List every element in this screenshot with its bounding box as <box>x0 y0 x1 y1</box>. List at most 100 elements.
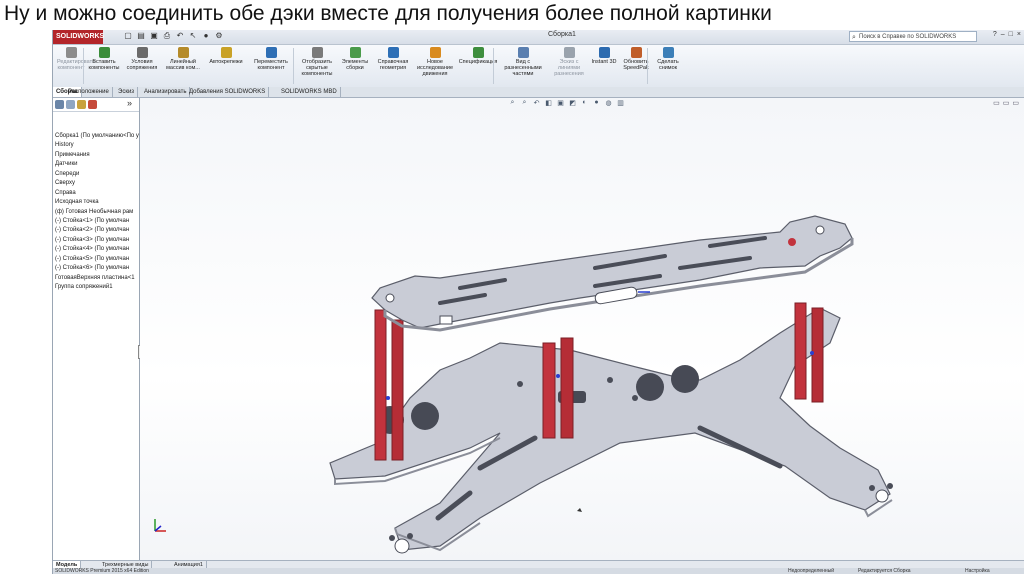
edit-component-button[interactable]: Редактировать компонент <box>57 47 95 71</box>
status-definition: Недоопределенный <box>788 568 835 574</box>
command-manager: Редактировать компонент Вставить компонен… <box>53 45 1024 88</box>
new-document-icon[interactable]: ▢ <box>123 31 133 41</box>
window-controls: ? – □ × <box>993 31 1021 38</box>
print-icon[interactable]: ⎙ <box>162 31 172 41</box>
status-customize[interactable]: Настройка <box>965 568 990 574</box>
exploded-view-button[interactable]: Вид с разнесенными частями <box>501 47 545 77</box>
assembly-features-button[interactable]: Элементы сборки <box>339 47 371 71</box>
bottom-plate[interactable] <box>329 307 893 554</box>
tree-item[interactable]: (-) Стойка<1> (По умолчан <box>53 217 139 226</box>
tree-item[interactable]: Спереди <box>53 170 139 179</box>
command-label: Сделать снимок <box>657 59 679 71</box>
linear-pattern-button[interactable]: Линейный массив ком... <box>163 47 203 71</box>
maximize-icon[interactable]: □ <box>1009 31 1013 38</box>
tree-item[interactable]: Справа <box>53 189 139 198</box>
edit-component-icon <box>65 47 77 58</box>
command-label: Отобразить скрытые компоненты <box>301 59 333 77</box>
command-label: Instant 3D <box>591 59 617 65</box>
mate-button[interactable]: Условия сопряжения <box>123 47 161 71</box>
instant3d-icon <box>598 47 610 58</box>
status-editing: Редактируется Сборка <box>858 568 911 574</box>
mate-icon <box>136 47 148 58</box>
command-label: Автокрепежи <box>209 59 243 65</box>
tree-item[interactable]: (-) Стойка<4> (По умолчан <box>53 245 139 254</box>
toolbar-separator <box>647 48 648 84</box>
feature-tree-icon[interactable] <box>55 100 64 109</box>
show-hidden-button[interactable]: Отобразить скрытые компоненты <box>297 47 337 77</box>
snapshot-button[interactable]: Сделать снимок <box>653 47 683 71</box>
reference-geometry-icon <box>387 47 399 58</box>
undo-icon[interactable]: ↶ <box>175 31 185 41</box>
smart-fasteners-icon <box>220 47 232 58</box>
snapshot-icon <box>662 47 674 58</box>
command-label: Справочная геометрия <box>377 59 409 71</box>
minimize-icon[interactable]: – <box>1001 31 1005 38</box>
tab-2[interactable]: Эскиз <box>115 87 139 97</box>
help-search-text: Поиск в Справке по SOLIDWORKS <box>859 34 957 40</box>
solidworks-logo[interactable]: SOLIDWORKS <box>53 30 104 44</box>
solidworks-window: SOLIDWORKS ▢ ▤ ▣ ⎙ ↶ ↖ ● ⚙ Сборка1 ⌕ Пои… <box>52 30 1024 574</box>
tree-item[interactable]: (-) Стойка<2> (По умолчан <box>53 226 139 235</box>
bom-icon <box>472 47 484 58</box>
command-manager-tabs: Сборка Расположение Эскиз Анализировать Доба… <box>53 87 1024 98</box>
tree-toolbar: » <box>53 98 139 112</box>
command-label: Переместить компонент <box>254 59 288 71</box>
select-icon[interactable]: ↖ <box>188 31 198 41</box>
command-label: Новое исследование движения <box>416 59 454 77</box>
toolbar-separator <box>493 48 494 84</box>
exploded-view-icon <box>517 47 529 58</box>
tree-item[interactable]: History <box>53 141 139 150</box>
double-chevron-icon[interactable]: » <box>127 98 136 108</box>
motion-study-button[interactable]: Новое исследование движения <box>415 47 455 77</box>
save-icon[interactable]: ▣ <box>149 31 159 41</box>
tab-4[interactable]: Добавления SOLIDWORKS <box>186 87 270 97</box>
linear-pattern-icon <box>177 47 189 58</box>
open-document-icon[interactable]: ▤ <box>136 31 146 41</box>
smart-fasteners-button[interactable]: Автокрепежи <box>205 47 247 65</box>
graphics-viewport[interactable]: ⌕ ⌕ ↶ ◧ ▣ ◩ ◐ ● ◍ ▥ ▭ ▭ ▭ <box>140 98 1024 560</box>
appearance-icon[interactable] <box>88 100 97 109</box>
tab-3[interactable]: Анализировать <box>141 87 191 97</box>
instant3d-button[interactable]: Instant 3D <box>589 47 619 65</box>
feature-manager-tree: » Сборка1 (По умолчанию<По у History Приме… <box>53 98 140 560</box>
show-hidden-icon <box>311 47 323 58</box>
reference-geometry-button[interactable]: Справочная геометрия <box>373 47 413 71</box>
tree-item[interactable]: ГотоваяВерхняя пластина<1 <box>53 274 139 283</box>
tree-item[interactable]: Группа сопряжений1 <box>53 283 139 292</box>
explode-line-sketch-button[interactable]: Эскиз с линиями разнесения <box>551 47 587 77</box>
drone-frame-model[interactable] <box>140 98 1024 560</box>
tree-item[interactable]: (ф) Готовая Необычная рам <box>53 208 139 217</box>
tree-item[interactable]: Датчики <box>53 160 139 169</box>
tree-item[interactable]: Примечания <box>53 151 139 160</box>
explode-line-sketch-icon <box>563 47 575 58</box>
quick-access-toolbar: ▢ ▤ ▣ ⎙ ↶ ↖ ● ⚙ <box>123 31 224 41</box>
options-icon[interactable]: ⚙ <box>214 31 224 41</box>
command-label: Вид с разнесенными частями <box>504 59 542 77</box>
document-title: Сборка1 <box>548 31 576 38</box>
help-icon[interactable]: ? <box>993 31 997 38</box>
toolbar-separator <box>293 48 294 84</box>
top-plate[interactable] <box>371 215 854 332</box>
assembly-features-icon <box>349 47 361 58</box>
speedpak-icon <box>630 47 642 58</box>
tree-item[interactable]: Сверху <box>53 179 139 188</box>
title-bar: SOLIDWORKS ▢ ▤ ▣ ⎙ ↶ ↖ ● ⚙ Сборка1 ⌕ Пои… <box>53 30 1024 45</box>
motion-study-icon <box>429 47 441 58</box>
property-manager-icon[interactable] <box>66 100 75 109</box>
rebuild-icon[interactable]: ● <box>201 31 211 41</box>
tree-item[interactable]: (-) Стойка<3> (По умолчан <box>53 236 139 245</box>
tree-item[interactable]: Исходная точка <box>53 198 139 207</box>
tab-1[interactable]: Расположение <box>65 87 113 97</box>
tree-item[interactable]: (-) Стойка<6> (По умолчан <box>53 264 139 273</box>
tree-item[interactable]: Сборка1 (По умолчанию<По у <box>53 132 139 141</box>
move-component-icon <box>265 47 277 58</box>
close-icon[interactable]: × <box>1017 31 1021 38</box>
command-label: Линейный массив ком... <box>166 59 200 71</box>
insert-components-button[interactable]: Вставить компоненты <box>87 47 121 71</box>
help-search-input[interactable]: ⌕ Поиск в Справке по SOLIDWORKS <box>849 31 977 42</box>
configuration-icon[interactable] <box>77 100 86 109</box>
status-product: SOLIDWORKS Premium 2015 x64 Edition <box>55 568 149 574</box>
tree-item[interactable]: (-) Стойка<5> (По умолчан <box>53 255 139 264</box>
move-component-button[interactable]: Переместить компонент <box>249 47 293 71</box>
tab-5[interactable]: SOLIDWORKS MBD <box>278 87 341 97</box>
